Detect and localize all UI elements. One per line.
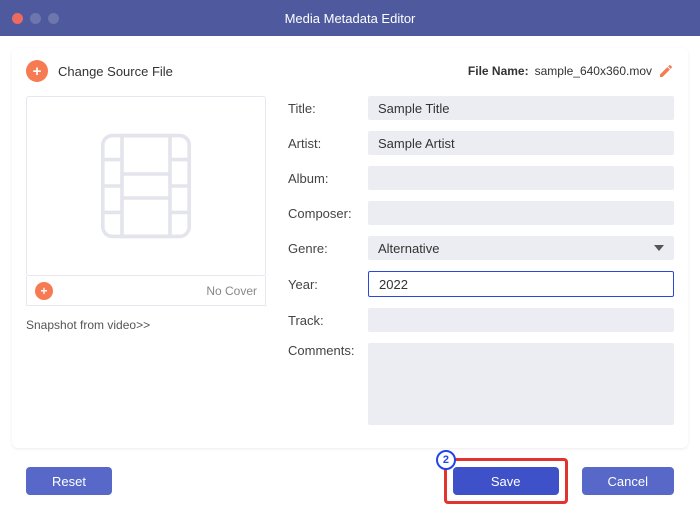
title-label: Title: [288,101,368,116]
album-label: Album: [288,171,368,186]
snapshot-from-video-link[interactable]: Snapshot from video>> [26,318,266,332]
genre-select[interactable]: Alternative [368,236,674,260]
add-cover-icon[interactable]: + [35,282,53,300]
album-input[interactable] [368,166,674,190]
artist-label: Artist: [288,136,368,151]
year-input[interactable] [368,271,674,297]
save-highlight-annotation: 2 Save [444,458,568,504]
main-panel: + Change Source File File Name: sample_6… [12,48,688,448]
footer-buttons: Reset 2 Save Cancel [12,448,688,518]
cover-art-placeholder [26,96,266,276]
comments-textarea[interactable] [368,343,674,425]
track-input[interactable] [368,308,674,332]
file-name-label: File Name: [468,64,529,78]
save-button[interactable]: Save [453,467,559,495]
comments-label: Comments: [288,343,368,358]
cancel-button[interactable]: Cancel [582,467,674,495]
track-label: Track: [288,313,368,328]
composer-label: Composer: [288,206,368,221]
genre-value: Alternative [378,241,439,256]
file-name-value: sample_640x360.mov [535,64,652,78]
edit-filename-icon[interactable] [658,63,674,79]
year-label: Year: [288,277,368,292]
title-bar: Media Metadata Editor [0,0,700,36]
reset-button[interactable]: Reset [26,467,112,495]
metadata-form: Title: Artist: Album: Composer: Genre: [288,96,674,436]
no-cover-label: No Cover [206,284,257,298]
change-source-link[interactable]: Change Source File [58,64,173,79]
film-icon [86,126,206,246]
file-name-display: File Name: sample_640x360.mov [468,63,674,79]
genre-label: Genre: [288,241,368,256]
add-source-icon[interactable]: + [26,60,48,82]
chevron-down-icon [654,245,664,251]
artist-input[interactable] [368,131,674,155]
window-title: Media Metadata Editor [0,11,700,26]
composer-input[interactable] [368,201,674,225]
step-badge: 2 [436,450,456,470]
cover-bar: + No Cover [26,276,266,306]
title-input[interactable] [368,96,674,120]
